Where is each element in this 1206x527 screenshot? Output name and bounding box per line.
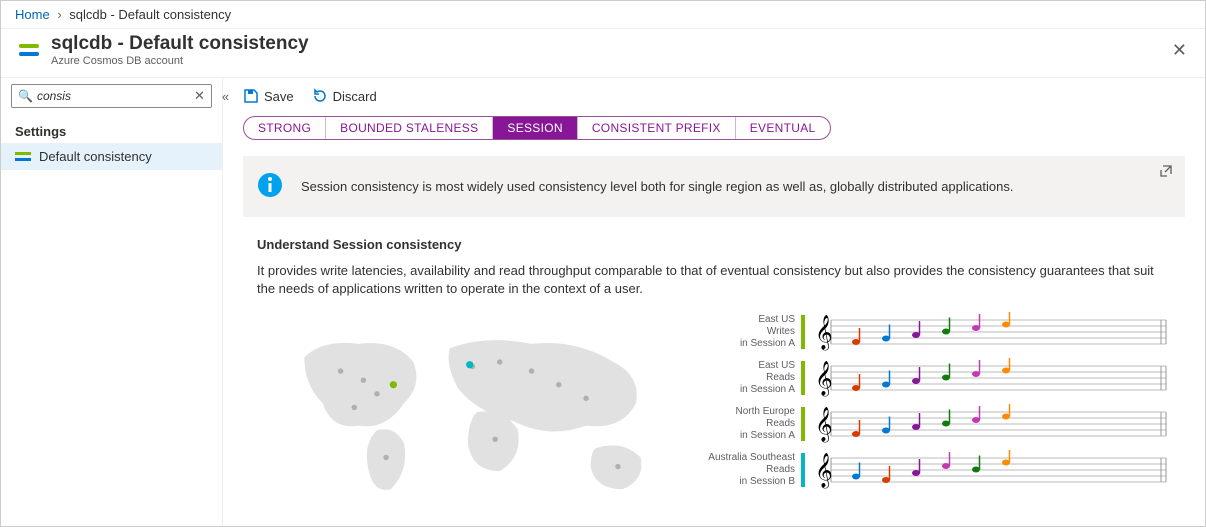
music-staff: 𝄞 bbox=[811, 450, 1171, 490]
music-note bbox=[882, 325, 890, 342]
staff-row: North EuropeReadsin Session A 𝄞 bbox=[707, 404, 1185, 444]
music-note bbox=[972, 406, 980, 423]
music-staff: 𝄞 bbox=[811, 312, 1171, 352]
sidebar-item-default-consistency[interactable]: Default consistency bbox=[1, 143, 222, 170]
music-note bbox=[882, 371, 890, 388]
music-note bbox=[852, 328, 860, 345]
search-input[interactable] bbox=[37, 89, 194, 103]
session-indicator bbox=[801, 361, 805, 395]
page-subtitle: Azure Cosmos DB account bbox=[51, 55, 309, 67]
close-icon[interactable]: ✕ bbox=[1168, 36, 1191, 65]
treble-clef-icon: 𝄞 bbox=[815, 407, 833, 443]
section-title: Understand Session consistency bbox=[257, 237, 1185, 252]
chevron-right-icon: › bbox=[57, 7, 61, 22]
cosmosdb-icon bbox=[15, 36, 43, 64]
staff-row: East USReadsin Session A 𝄞 bbox=[707, 358, 1185, 398]
sidebar-item-label: Default consistency bbox=[39, 149, 152, 164]
search-box[interactable]: 🔍 ✕ bbox=[11, 84, 212, 108]
music-staff: 𝄞 bbox=[811, 358, 1171, 398]
breadcrumb: Home › sqlcdb - Default consistency bbox=[1, 1, 1205, 29]
clear-icon[interactable]: ✕ bbox=[194, 88, 205, 104]
info-icon bbox=[257, 172, 283, 201]
map-dot-write-region bbox=[390, 381, 397, 388]
tab-eventual[interactable]: EVENTUAL bbox=[736, 117, 830, 139]
music-note bbox=[972, 360, 980, 377]
info-banner: Session consistency is most widely used … bbox=[243, 156, 1185, 217]
session-indicator bbox=[801, 315, 805, 349]
breadcrumb-home[interactable]: Home bbox=[15, 7, 50, 22]
section-description: It provides write latencies, availabilit… bbox=[257, 262, 1171, 298]
music-note bbox=[912, 367, 920, 384]
music-note bbox=[882, 417, 890, 434]
staff-label: North EuropeReadsin Session A bbox=[707, 406, 795, 442]
toolbar: Save Discard bbox=[243, 88, 1185, 104]
staff-label: East USReadsin Session A bbox=[707, 360, 795, 396]
discard-button[interactable]: Discard bbox=[312, 88, 377, 104]
blade-header: sqlcdb - Default consistency Azure Cosmo… bbox=[1, 29, 1205, 78]
world-map bbox=[257, 312, 697, 515]
music-note bbox=[852, 420, 860, 437]
music-note bbox=[912, 321, 920, 338]
music-note bbox=[882, 466, 890, 483]
main-content: Save Discard STRONG BOUNDED STALENESS SE… bbox=[223, 78, 1205, 526]
session-indicator bbox=[801, 453, 805, 487]
map-dot-read-region bbox=[466, 361, 473, 368]
save-button[interactable]: Save bbox=[243, 88, 294, 104]
consistency-staff-chart: East USWritesin Session A𝄞East USReadsin… bbox=[707, 312, 1185, 515]
music-note bbox=[852, 374, 860, 391]
info-text: Session consistency is most widely used … bbox=[301, 179, 1013, 194]
staff-label: East USWritesin Session A bbox=[707, 314, 795, 350]
breadcrumb-current: sqlcdb - Default consistency bbox=[69, 7, 231, 22]
sidebar-section-settings: Settings bbox=[1, 114, 222, 143]
popout-icon[interactable] bbox=[1159, 164, 1173, 181]
staff-row: Australia SoutheastReadsin Session B 𝄞 bbox=[707, 450, 1185, 490]
tab-session[interactable]: SESSION bbox=[493, 117, 577, 139]
treble-clef-icon: 𝄞 bbox=[815, 453, 833, 489]
sidebar: 🔍 ✕ « Settings Default consistency bbox=[1, 78, 223, 526]
music-note bbox=[912, 459, 920, 476]
music-note bbox=[852, 463, 860, 480]
session-indicator bbox=[801, 407, 805, 441]
treble-clef-icon: 𝄞 bbox=[815, 315, 833, 351]
tab-strong[interactable]: STRONG bbox=[244, 117, 326, 139]
consistency-tabs: STRONG BOUNDED STALENESS SESSION CONSIST… bbox=[243, 116, 831, 140]
staff-row: East USWritesin Session A 𝄞 bbox=[707, 312, 1185, 352]
tab-consistent-prefix[interactable]: CONSISTENT PREFIX bbox=[578, 117, 736, 139]
search-icon: 🔍 bbox=[18, 89, 33, 103]
music-note bbox=[912, 413, 920, 430]
tab-bounded-staleness[interactable]: BOUNDED STALENESS bbox=[326, 117, 493, 139]
page-title: sqlcdb - Default consistency bbox=[51, 33, 309, 55]
consistency-icon bbox=[15, 151, 31, 163]
music-staff: 𝄞 bbox=[811, 404, 1171, 444]
treble-clef-icon: 𝄞 bbox=[815, 361, 833, 397]
music-note bbox=[972, 314, 980, 331]
music-note bbox=[942, 452, 950, 469]
staff-label: Australia SoutheastReadsin Session B bbox=[707, 452, 795, 488]
